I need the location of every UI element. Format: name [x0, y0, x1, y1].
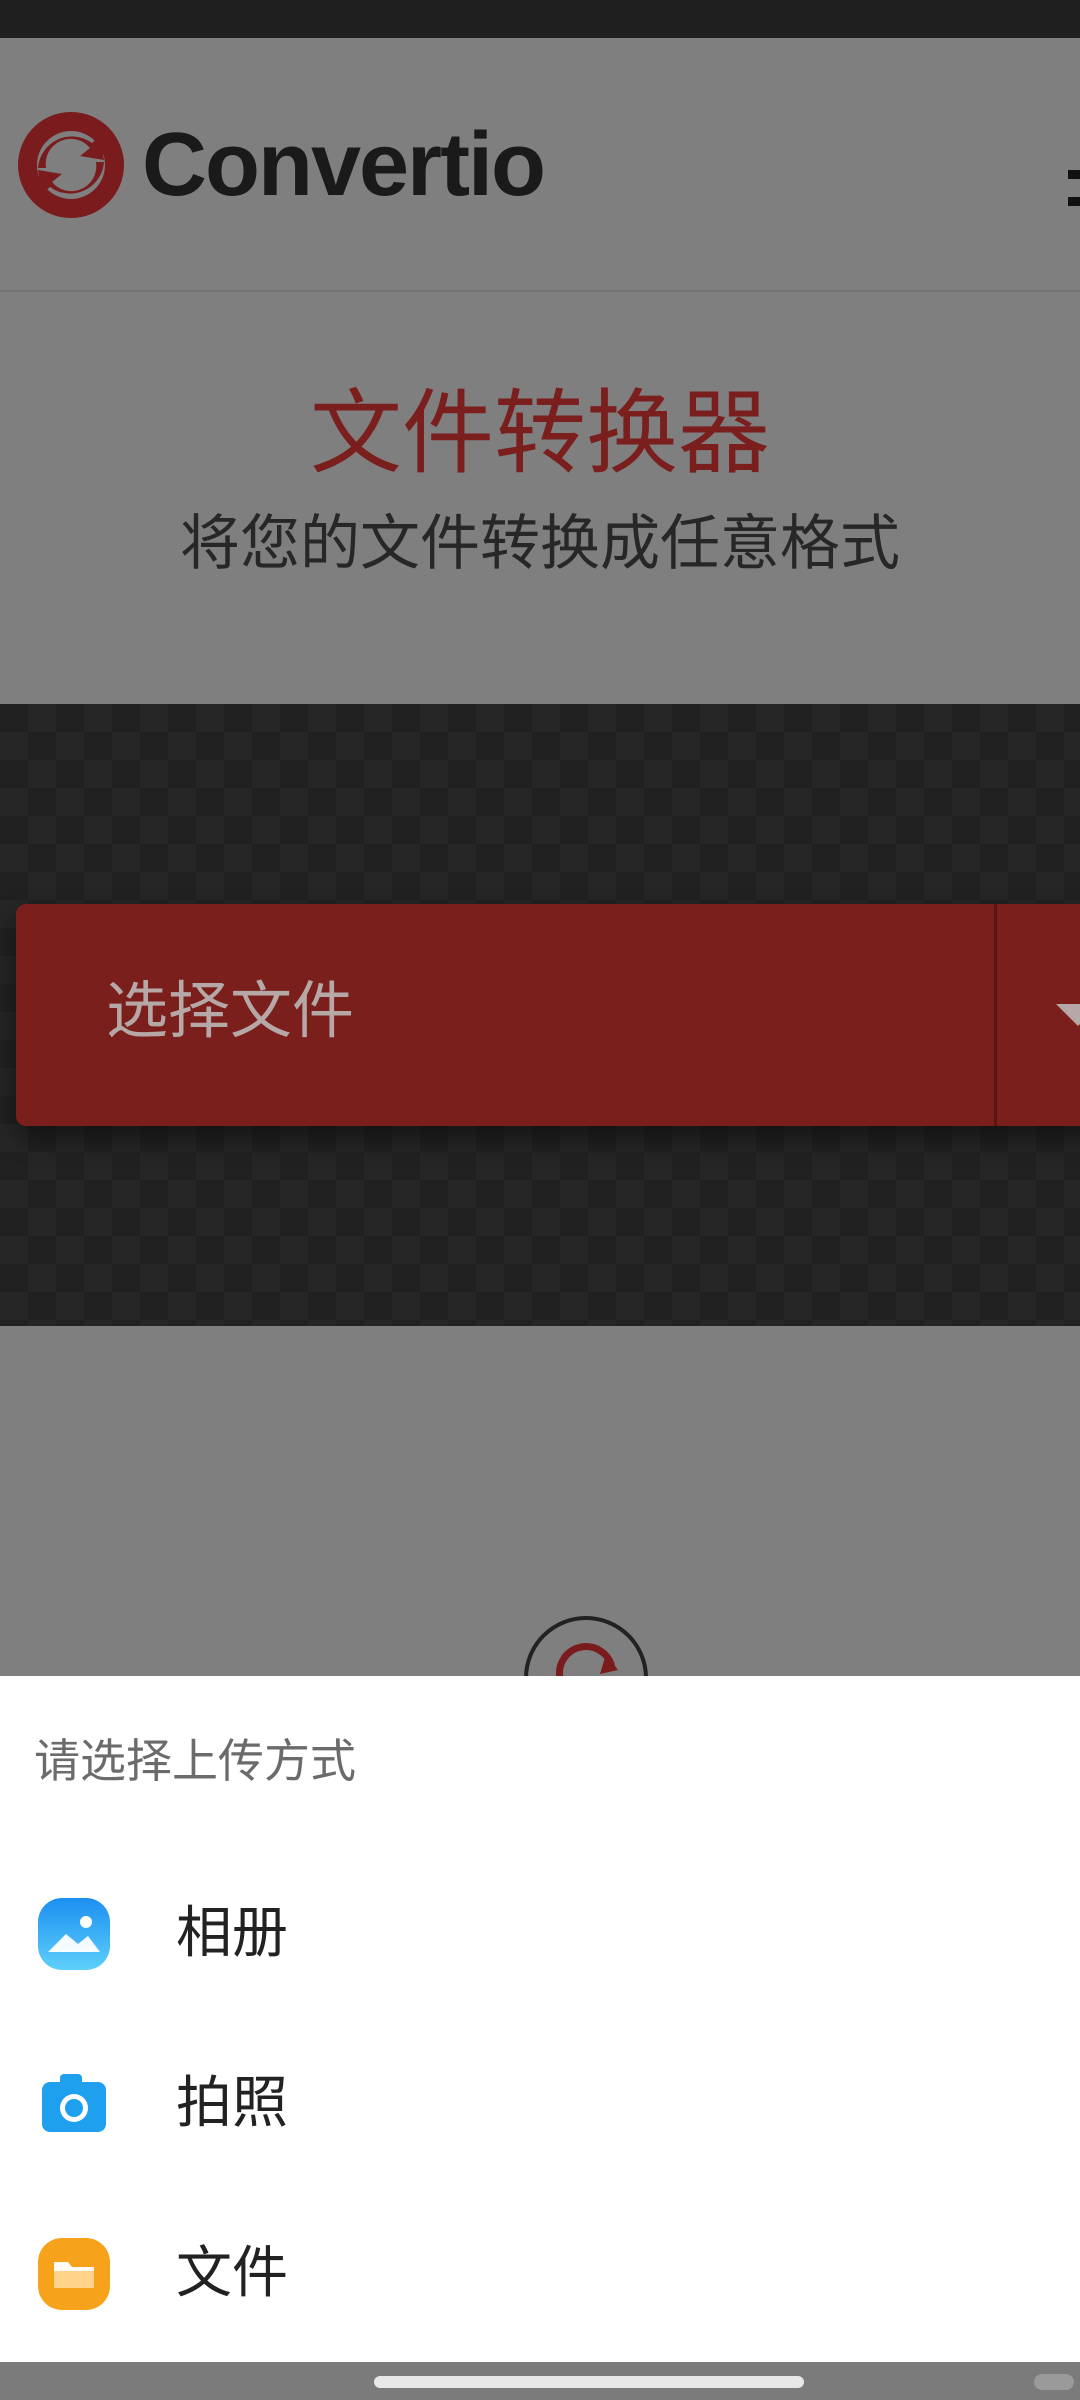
sheet-title: 请选择上传方式	[34, 1734, 356, 1788]
hamburger-menu-icon[interactable]	[1068, 170, 1080, 234]
brand-name[interactable]: Convertio	[142, 120, 546, 210]
button-divider	[994, 904, 997, 1126]
page-title: 文件转换器	[309, 380, 770, 487]
camera-icon	[42, 2074, 106, 2132]
chevron-down-icon[interactable]	[1056, 1004, 1080, 1026]
content-below	[0, 1326, 1080, 1740]
option-camera[interactable]: 拍照	[0, 2024, 1080, 2184]
nav-bar-indicator	[1034, 2374, 1074, 2390]
option-gallery[interactable]: 相册	[0, 1854, 1080, 2014]
choose-file-button[interactable]: 选择文件	[16, 904, 1080, 1126]
status-bar	[0, 0, 1080, 38]
gallery-icon	[38, 1898, 110, 1970]
folder-icon	[38, 2238, 110, 2310]
home-gesture-handle[interactable]	[374, 2376, 804, 2388]
choose-file-label: 选择文件	[106, 974, 355, 1047]
convertio-logo-icon[interactable]	[16, 110, 126, 220]
option-file-label: 文件	[176, 2241, 288, 2306]
system-navigation-bar	[0, 2362, 1080, 2400]
hero-section: 文件转换器 将您的文件转换成任意格式	[0, 292, 1080, 704]
site-header: Convertio	[0, 38, 1080, 292]
upload-method-sheet: 请选择上传方式 相册 拍照 文件	[0, 1676, 1080, 2362]
option-gallery-label: 相册	[176, 1901, 288, 1966]
page-subtitle: 将您的文件转换成任意格式	[180, 509, 900, 579]
option-file[interactable]: 文件	[0, 2194, 1080, 2354]
upload-area: 选择文件	[0, 704, 1080, 1326]
option-camera-label: 拍照	[176, 2071, 288, 2136]
